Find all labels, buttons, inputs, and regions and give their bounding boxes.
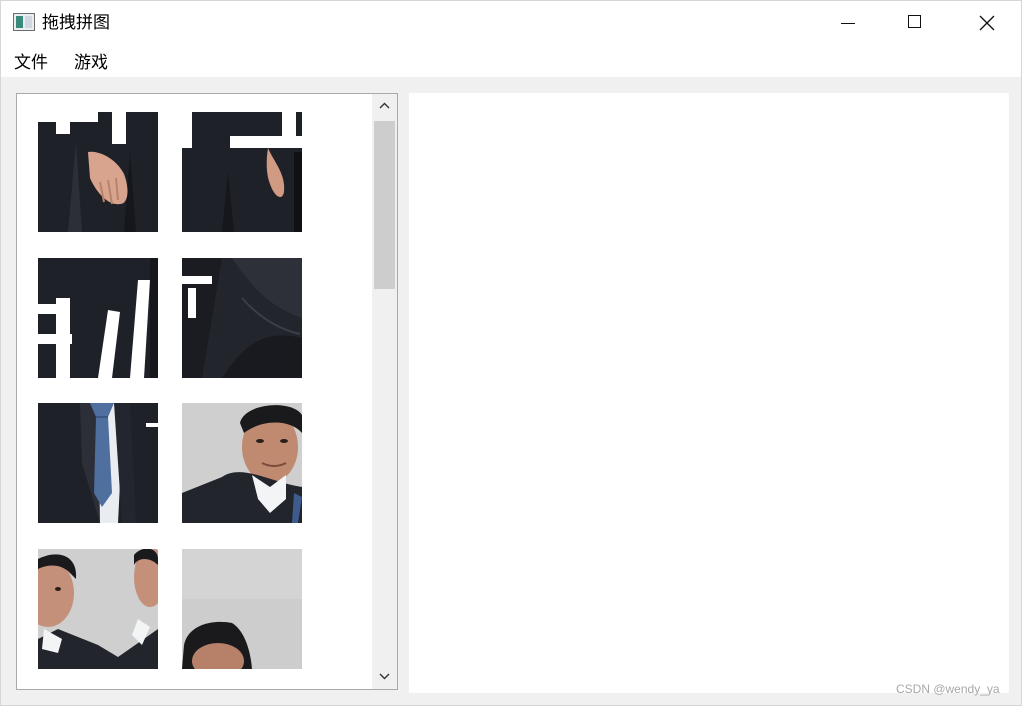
piece-image (38, 403, 158, 523)
menu-game[interactable]: 游戏 (72, 52, 110, 74)
scroll-thumb[interactable] (374, 121, 395, 289)
puzzle-piece[interactable] (182, 403, 302, 523)
puzzle-piece[interactable] (38, 258, 158, 378)
chevron-down-icon (379, 673, 390, 680)
title-bar[interactable]: 拖拽拼图 (1, 1, 1021, 45)
piece-image (182, 112, 302, 232)
puzzle-piece[interactable] (182, 549, 302, 669)
puzzle-board[interactable] (409, 93, 1009, 693)
window-title: 拖拽拼图 (42, 13, 110, 33)
app-window: 拖拽拼图 文件 游戏 (0, 0, 1022, 706)
piece-image (182, 403, 302, 523)
close-icon (979, 15, 995, 31)
puzzle-piece[interactable] (182, 258, 302, 378)
puzzle-piece[interactable] (182, 112, 302, 232)
minimize-button[interactable] (813, 1, 883, 45)
chevron-up-icon (379, 102, 390, 109)
menu-bar: 文件 游戏 (1, 45, 1021, 77)
pieces-list[interactable] (16, 93, 398, 690)
piece-image (182, 549, 302, 669)
close-button[interactable] (951, 1, 1021, 45)
scroll-up-button[interactable] (372, 94, 397, 118)
piece-image (38, 112, 158, 232)
scroll-down-button[interactable] (372, 665, 397, 689)
puzzle-piece[interactable] (38, 403, 158, 523)
maximize-button[interactable] (881, 1, 951, 45)
puzzle-piece[interactable] (38, 112, 158, 232)
puzzle-app-icon (13, 13, 35, 31)
piece-image (38, 549, 158, 669)
piece-image (182, 258, 302, 378)
pieces-scrollbar[interactable] (372, 94, 397, 689)
menu-file[interactable]: 文件 (12, 52, 50, 74)
piece-image (38, 258, 158, 378)
puzzle-piece[interactable] (38, 549, 158, 669)
watermark: CSDN @wendy_ya (896, 682, 1000, 696)
